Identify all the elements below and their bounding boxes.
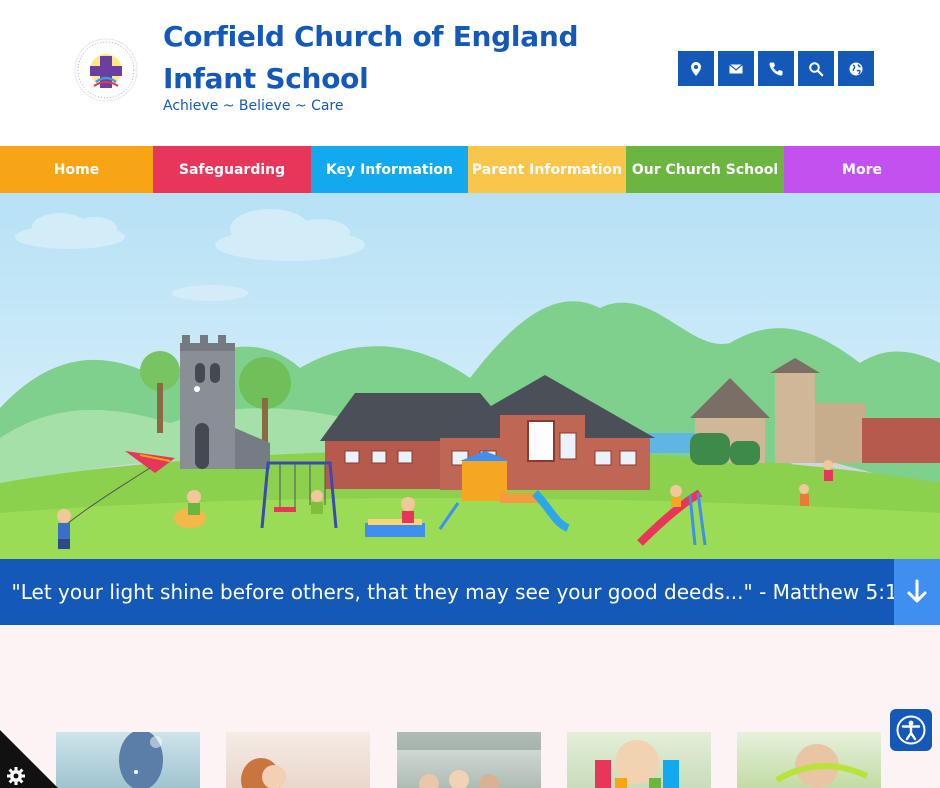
arrow-down-icon: [907, 579, 927, 603]
phone-button[interactable]: [758, 51, 794, 86]
search-icon: [809, 61, 824, 76]
school-illustration: [0, 193, 940, 559]
school-name-line2[interactable]: Infant School: [163, 58, 578, 100]
site-header: Corfield Church of England Infant School…: [0, 0, 940, 146]
tile-image: [241, 758, 286, 788]
location-button[interactable]: [678, 51, 714, 86]
search-button[interactable]: [798, 51, 834, 86]
tile-image: [595, 740, 679, 788]
scroll-down-button[interactable]: [894, 559, 940, 625]
map-pin-icon: [691, 61, 701, 76]
translate-button[interactable]: [838, 51, 874, 86]
school-motto: Achieve ~ Believe ~ Care: [163, 98, 344, 114]
gear-icon: [7, 767, 25, 785]
main-nav: Home Safeguarding Key Information Parent…: [0, 146, 940, 193]
nav-item-parent-information[interactable]: Parent Information: [468, 146, 626, 193]
nav-item-our-church-school[interactable]: Our Church School: [626, 146, 784, 193]
nav-item-safeguarding[interactable]: Safeguarding: [153, 146, 311, 193]
accessibility-icon: [896, 715, 926, 745]
nav-item-home[interactable]: Home: [0, 146, 153, 193]
tile-image: [119, 732, 163, 788]
quick-links: [678, 51, 874, 86]
feature-tile-1[interactable]: [56, 732, 200, 788]
content-area: [0, 625, 940, 788]
feature-tile-4[interactable]: [567, 732, 711, 788]
phone-icon: [769, 62, 783, 76]
cookie-settings-button[interactable]: [0, 730, 58, 788]
school-name-line1[interactable]: Corfield Church of England: [163, 16, 579, 58]
hero-banner: [0, 193, 940, 559]
email-button[interactable]: [718, 51, 754, 86]
school-name[interactable]: Corfield Church of England Infant School: [163, 16, 579, 100]
verse-bar: "Let your light shine before others, tha…: [0, 559, 940, 625]
feature-tile-3[interactable]: [397, 732, 541, 788]
tile-image: [775, 744, 869, 788]
translate-globe-icon: [849, 62, 863, 75]
envelope-icon: [729, 63, 743, 73]
nav-item-key-information[interactable]: Key Information: [311, 146, 468, 193]
feature-tile-2[interactable]: [226, 732, 370, 788]
accessibility-button[interactable]: [890, 709, 932, 751]
bible-verse: "Let your light shine before others, tha…: [11, 580, 911, 604]
feature-tile-5[interactable]: [737, 732, 881, 788]
school-logo[interactable]: [72, 36, 140, 104]
nav-item-more[interactable]: More: [784, 146, 940, 193]
tile-image: [397, 732, 541, 788]
